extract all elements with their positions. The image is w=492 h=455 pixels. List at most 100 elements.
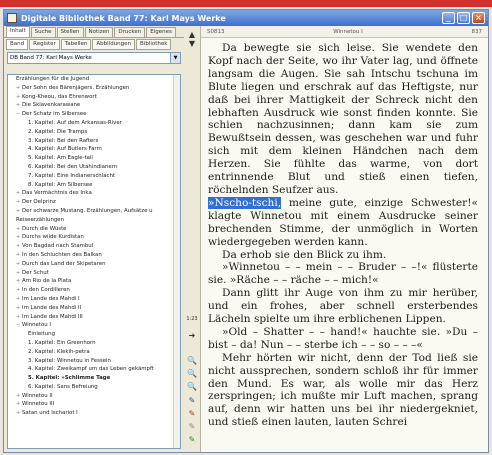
tree-item-label: Der Schut	[22, 269, 49, 276]
tree-item-label: Reiseerzählungen	[16, 216, 65, 223]
tree-item-label: 6. Kapitel: Sans Befreiung	[28, 383, 98, 390]
tree-item[interactable]: + Von Bagdad nach Stambul	[8, 242, 180, 251]
subtab-abbildungen[interactable]: Abbildungen	[92, 38, 136, 50]
tree-item-label: Der schwarze Mustang. Erzählungen, Aufsä…	[22, 207, 153, 214]
subtab-bibliothek[interactable]: Bibliothek	[136, 38, 172, 50]
zoom-in-icon[interactable]: 🔍	[186, 356, 198, 366]
tree-item[interactable]: 4. Kapitel: Auf Butlers Farm	[8, 145, 180, 154]
tree-item[interactable]: Erzählungen für die Jugend	[8, 75, 180, 84]
tree-item[interactable]: + Durch das Land der Skipetaren	[8, 260, 180, 269]
marker-icon[interactable]: ✎	[186, 409, 198, 419]
tree-item[interactable]: + Kong-Kheou, das Ehrenwort	[8, 93, 180, 102]
subtab-band[interactable]: Band	[6, 38, 29, 50]
tree-item-label: Kong-Kheou, das Ehrenwort	[22, 93, 97, 100]
tab-notizen[interactable]: Notizen	[84, 27, 114, 37]
tree-item[interactable]: + Im Lande des Mahdi II	[8, 304, 180, 313]
tree-item[interactable]: + Der Sohn des Bärenjägers. Erzählungen	[8, 84, 180, 93]
subtab-tabellen[interactable]: Tabellen	[60, 38, 92, 50]
minimize-button[interactable]: _	[442, 12, 455, 24]
tab-drucken[interactable]: Drucken	[114, 27, 146, 37]
title-bar: Digitale Bibliothek Band 77: Karl Mays W…	[4, 10, 488, 26]
paragraph: Da bewegte sie sich leise. Sie wendete d…	[208, 42, 478, 196]
tree-item[interactable]: 1. Kapitel: Auf dem Arkansas-River	[8, 119, 180, 128]
tree-item-label: 7. Kapitel: Eine Indianerschlacht	[28, 172, 115, 179]
tree-item-label: In den Schluchten des Balkan	[22, 251, 102, 258]
tree-item-label: 4. Kapitel: Zweikampf um das Leben gekäm…	[28, 366, 154, 373]
tree-item[interactable]: + Winnetou III	[8, 400, 180, 409]
tree-item[interactable]: 3. Kapitel: Winnetou in Fesseln	[8, 357, 180, 366]
tree-item-label: 5. Kapitel: »Schlimme Tage	[28, 375, 111, 382]
zoom-out-icon[interactable]: 🔍	[186, 369, 198, 379]
tree-item[interactable]: 2. Kapitel: Klekih-petra	[8, 348, 180, 357]
tree-item-label: 6. Kapitel: Bei den Utahindianern	[28, 163, 118, 170]
tree-item-label: Das Vermächtnis des Inka	[22, 190, 92, 197]
tree-item[interactable]: + Das Vermächtnis des Inka	[8, 189, 180, 198]
tree-item[interactable]: 2. Kapitel: Die Tramps	[8, 128, 180, 137]
volume-select[interactable]: DB Band 77: Karl Mays Werke ▼	[7, 52, 181, 64]
page-id: S0813	[207, 28, 225, 35]
tree-item[interactable]: + In den Schluchten des Balkan	[8, 251, 180, 260]
text-selection[interactable]: »Nscho-tschi,	[208, 196, 282, 209]
reading-pane: S0813 Winnetou I 837 Da bewegte sie sich…	[200, 26, 488, 452]
tree-item-label: 1. Kapitel: Ein Greenhorn	[28, 339, 96, 346]
tree-item-label: Im Lande des Mahdi II	[22, 304, 82, 311]
app-window: Digitale Bibliothek Band 77: Karl Mays W…	[3, 9, 489, 453]
tree-item[interactable]: 4. Kapitel: Zweikampf um das Leben gekäm…	[8, 365, 180, 374]
tree-item[interactable]: Einleitung	[8, 330, 180, 339]
tree-item-label: Der Schatz im Silbersee	[22, 111, 87, 118]
tree-item-label: Winnetou II	[22, 392, 53, 399]
tree-item-label: Die Sklavenkarawane	[22, 102, 81, 109]
pen-icon[interactable]: ✎	[186, 396, 198, 406]
tree-item[interactable]: + Durch die Wüste	[8, 225, 180, 234]
tab-stellen[interactable]: Stellen	[56, 27, 84, 37]
tree-item-label: Von Bagdad nach Stambul	[22, 243, 94, 250]
tree-item[interactable]: + Der schwarze Mustang. Erzählungen, Aufs…	[8, 207, 180, 216]
tree-item[interactable]: 1. Kapitel: Ein Greenhorn	[8, 339, 180, 348]
tree-item[interactable]: + Der Schut	[8, 269, 180, 278]
tree-item[interactable]: 5. Kapitel: Am Eagle-tail	[8, 154, 180, 163]
tree-item[interactable]: 7. Kapitel: Eine Indianerschlacht	[8, 172, 180, 181]
highlighter-icon[interactable]: ✎	[186, 435, 198, 445]
page-book-title: Winnetou I	[333, 28, 363, 35]
volume-select-value: DB Band 77: Karl Mays Werke	[10, 55, 92, 61]
tree-item-label: 2. Kapitel: Klekih-petra	[28, 348, 90, 355]
tree-item[interactable]: 3. Kapitel: Bei den Rafters	[8, 137, 180, 146]
tree-item-label: 4. Kapitel: Auf Butlers Farm	[28, 146, 102, 153]
arrow-right-icon[interactable]: ➔	[186, 331, 198, 341]
tree-item-label: 3. Kapitel: Bei den Rafters	[28, 137, 99, 144]
tree-item[interactable]: + Durchs wilde Kurdistan	[8, 233, 180, 242]
tree-item[interactable]: 8. Kapitel: Am Silbersee	[8, 181, 180, 190]
tree-item-label: Durch die Wüste	[22, 225, 67, 232]
tree-scrollbar[interactable]	[173, 75, 180, 448]
tree-item-label: Im Lande des Mahdi I	[22, 295, 80, 302]
sub-tabs: Band Register Tabellen Abbildungen Bibli…	[4, 37, 184, 50]
tree-item[interactable]: + Am Rio de la Plata	[8, 277, 180, 286]
tree-item[interactable]: + In den Cordilleren	[8, 286, 180, 295]
paragraph: »Winnetou – – mein – – Bruder – –!« flüs…	[208, 261, 478, 287]
tree-item[interactable]: 6. Kapitel: Sans Befreiung	[8, 383, 180, 392]
subtab-register[interactable]: Register	[29, 38, 60, 50]
tab-suche[interactable]: Suche	[30, 27, 56, 37]
paragraph: »Old – Shatter – – hand!« hauchte sie. »…	[208, 325, 478, 351]
tree-item[interactable]: + Der Oelprinz	[8, 198, 180, 207]
maximize-button[interactable]: □	[457, 12, 470, 24]
tree-item[interactable]: + Winnetou II	[8, 392, 180, 401]
pencil-icon[interactable]: ✎	[186, 422, 198, 432]
tree-item[interactable]: Reiseerzählungen	[8, 216, 180, 225]
tree-item[interactable]: + Satan und Ischariot I	[8, 409, 180, 418]
close-button[interactable]: ×	[472, 12, 485, 24]
tab-inhalt[interactable]: Inhalt	[6, 26, 30, 37]
tree-item[interactable]: 5. Kapitel: »Schlimme Tage	[8, 374, 180, 383]
tree-item[interactable]: − Der Schatz im Silbersee	[8, 110, 180, 119]
chevron-down-icon: ▼	[170, 53, 180, 63]
page-text[interactable]: Da bewegte sie sich leise. Sie wendete d…	[208, 42, 478, 429]
tree-item[interactable]: + Im Lande des Mahdi I	[8, 295, 180, 304]
contents-tree[interactable]: Erzählungen für die Jugend + Der Sohn des …	[7, 74, 181, 449]
tree-item[interactable]: 6. Kapitel: Bei den Utahindianern	[8, 163, 180, 172]
tab-eigenes[interactable]: Eigenes	[146, 27, 176, 37]
search-icon[interactable]: 🔍	[186, 382, 198, 392]
tree-item[interactable]: + Die Sklavenkarawane	[8, 101, 180, 110]
chevron-down-icon[interactable]: ▼	[186, 39, 198, 49]
tree-item[interactable]: − Winnetou I	[8, 321, 180, 330]
tree-item[interactable]: + Im Lande des Mahdi III	[8, 313, 180, 322]
